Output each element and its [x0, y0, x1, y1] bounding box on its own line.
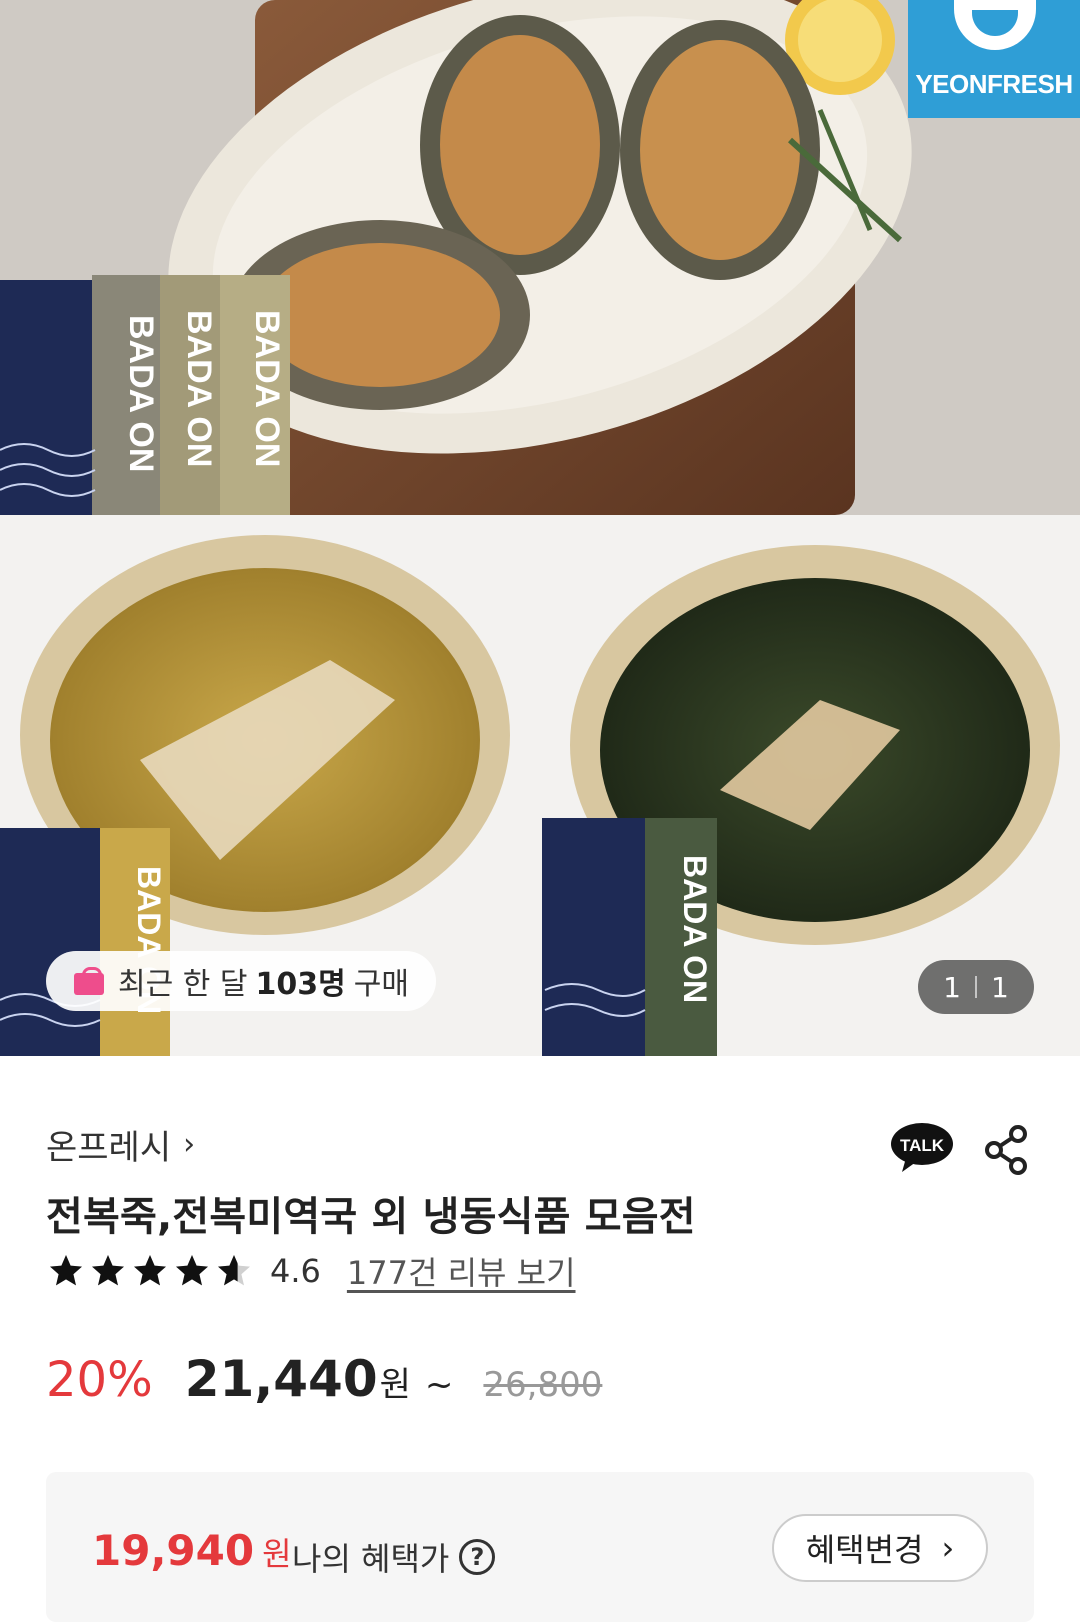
- image-page-counter: 1 1: [918, 960, 1034, 1014]
- product-photo: BADA ON BADA ON BADA ON BADA ON BADA ON: [0, 0, 1080, 1056]
- kakao-talk-icon[interactable]: TALK: [890, 1122, 954, 1174]
- rating-value: 4.6: [270, 1252, 321, 1290]
- chevron-right-icon: ›: [941, 1529, 955, 1567]
- rating-stars: [48, 1253, 252, 1289]
- benefit-price: 19,940 원: [92, 1526, 292, 1575]
- product-image-carousel[interactable]: BADA ON BADA ON BADA ON BADA ON BADA ON …: [0, 0, 1080, 1056]
- benefit-change-button[interactable]: 혜택변경 ›: [772, 1514, 988, 1582]
- product-title: 전복죽,전복미역국 외 냉동식품 모음전: [46, 1194, 696, 1240]
- seller-link[interactable]: 온프레시 ›: [46, 1120, 195, 1169]
- price-row: 20% 21,440 원 ~ 26,800: [46, 1350, 602, 1408]
- purchase-badge-prefix: 최근 한 달: [118, 967, 248, 1002]
- original-price: 26,800: [483, 1365, 603, 1405]
- discount-rate: 20%: [46, 1352, 153, 1408]
- star-icon: [176, 1255, 208, 1286]
- package-label: BADA ON: [122, 315, 160, 472]
- benefit-price-currency: 원: [262, 1535, 292, 1573]
- star-icon: [218, 1255, 250, 1286]
- page-separator: [975, 976, 977, 998]
- price-range-mark: ~: [424, 1365, 454, 1405]
- help-icon[interactable]: ?: [459, 1539, 496, 1575]
- chevron-right-icon: ›: [183, 1127, 196, 1162]
- rating-row: 4.6 177건 리뷰 보기: [48, 1248, 576, 1294]
- share-icon[interactable]: [982, 1124, 1030, 1176]
- benefit-price-value: 19,940: [92, 1526, 255, 1575]
- seller-name: 온프레시: [46, 1128, 172, 1168]
- benefit-label: 나의 혜택가: [292, 1540, 450, 1578]
- svg-text:BADA ON: BADA ON: [248, 310, 286, 467]
- star-icon: [134, 1255, 166, 1286]
- svg-text:BADA ON: BADA ON: [677, 855, 713, 1003]
- recent-purchase-badge: 최근 한 달 103명 구매: [46, 951, 436, 1011]
- benefit-change-label: 혜택변경: [805, 1531, 924, 1569]
- review-link[interactable]: 177건 리뷰 보기: [347, 1248, 576, 1294]
- benefit-label-group: 나의 혜택가 ?: [292, 1534, 496, 1580]
- page-total: 1: [991, 970, 1009, 1004]
- brand-logo: YEONFRESH: [908, 0, 1080, 118]
- purchase-badge-count: 103명: [255, 967, 346, 1002]
- my-benefit-box: 19,940 원 나의 혜택가 ? 혜택변경 ›: [46, 1472, 1034, 1622]
- svg-text:BADA ON: BADA ON: [180, 310, 218, 467]
- page-current: 1: [943, 970, 961, 1004]
- svg-text:TALK: TALK: [900, 1136, 945, 1155]
- star-icon: [50, 1255, 82, 1286]
- sale-price-currency: 원: [379, 1365, 411, 1405]
- shopping-bag-icon: [74, 967, 104, 995]
- star-icon: [92, 1255, 124, 1286]
- purchase-badge-suffix: 구매: [353, 967, 409, 1002]
- sale-price: 21,440: [184, 1350, 378, 1408]
- brand-logo-icon: [954, 0, 1036, 50]
- brand-logo-text: YEONFRESH: [915, 69, 1073, 99]
